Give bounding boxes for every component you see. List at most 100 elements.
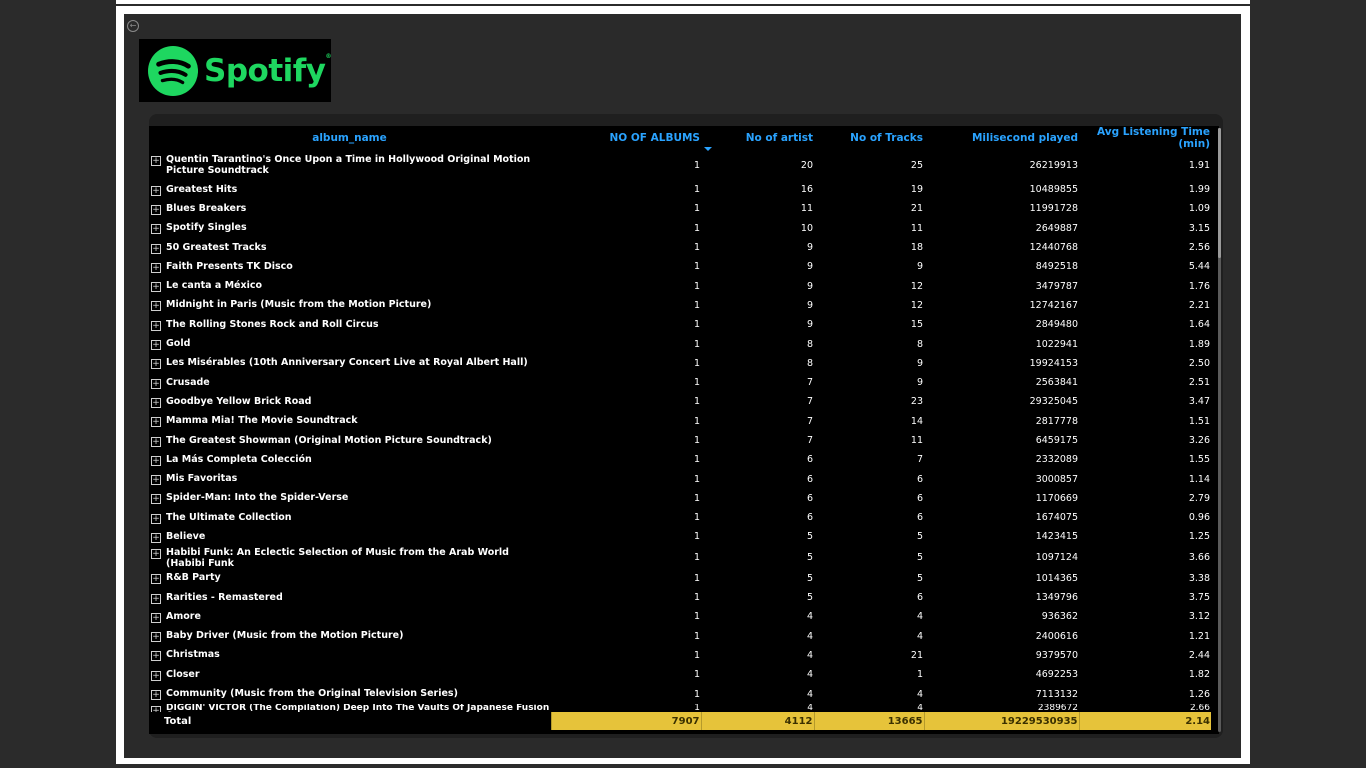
- expand-icon[interactable]: +: [151, 340, 161, 351]
- cell-tracks: 25: [910, 159, 923, 171]
- cell-artists: 20: [800, 159, 813, 171]
- expand-icon[interactable]: +: [151, 494, 161, 505]
- table-row[interactable]: + R&B Party 1 5 5 1014365 3.38: [149, 569, 1211, 588]
- cell-tracks: 11: [910, 435, 923, 446]
- header-no-of-albums[interactable]: NO OF ALBUMS: [551, 126, 701, 150]
- table-row[interactable]: + Amore 1 4 4 936362 3.12: [149, 607, 1211, 626]
- table-row[interactable]: + La Más Completa Colección 1 6 7 2332089 1.55: [149, 450, 1211, 469]
- album-name-cell: + Blues Breakers: [149, 199, 551, 218]
- expand-icon[interactable]: +: [151, 670, 161, 681]
- cell-albums: 1: [693, 203, 700, 215]
- expand-icon[interactable]: +: [151, 632, 161, 643]
- expand-icon[interactable]: +: [151, 612, 161, 623]
- cell-artists: 8: [806, 338, 813, 350]
- header-no-of-tracks[interactable]: No of Tracks: [814, 126, 924, 150]
- cell-tracks: 5: [916, 552, 923, 564]
- table-row[interactable]: + Goodbye Yellow Brick Road 1 7 23 29325045 3.…: [149, 392, 1211, 411]
- header-milisecond-played[interactable]: Milisecond played: [924, 126, 1079, 150]
- cell-artists: 4: [806, 611, 813, 623]
- cell-tracks: 4: [916, 611, 923, 623]
- cell-artists: 11: [800, 203, 813, 215]
- albums-table-visual[interactable]: album_name NO OF ALBUMS No of artist No …: [149, 114, 1223, 738]
- expand-icon[interactable]: +: [151, 513, 161, 524]
- expand-icon[interactable]: +: [151, 574, 161, 585]
- expand-icon[interactable]: +: [151, 690, 161, 701]
- expand-icon[interactable]: +: [151, 455, 161, 466]
- table-row[interactable]: + Les Misérables (10th Anniversary Concer…: [149, 354, 1211, 373]
- table-row[interactable]: + Believe 1 5 5 1423415 1.25: [149, 527, 1211, 546]
- table-row[interactable]: + Mamma Mia! The Movie Soundtrack 1 7 14 2817…: [149, 412, 1211, 431]
- cell-artists: 6: [806, 512, 813, 524]
- expand-icon[interactable]: +: [151, 243, 161, 254]
- top-rule: [116, 0, 1250, 4]
- expand-icon[interactable]: +: [151, 417, 161, 428]
- header-album-name[interactable]: album_name: [149, 126, 551, 150]
- album-name: Closer: [166, 668, 200, 680]
- table-row[interactable]: + Midnight in Paris (Music from the Motio…: [149, 296, 1211, 315]
- table-row[interactable]: + Blues Breakers 1 11 21 11991728 1.09: [149, 199, 1211, 218]
- cell-artists: 5: [806, 572, 813, 584]
- cell-avg: 2.50: [1188, 357, 1210, 369]
- album-name: Amore: [166, 610, 201, 622]
- spotify-logo-icon: [148, 45, 199, 96]
- table-row[interactable]: + Le canta a México 1 9 12 3479787 1.76: [149, 276, 1211, 295]
- expand-icon[interactable]: +: [151, 282, 161, 293]
- cell-avg: 1.91: [1188, 159, 1210, 171]
- expand-icon[interactable]: +: [151, 224, 161, 235]
- table-row[interactable]: + Faith Presents TK Disco 1 9 9 8492518 5.44: [149, 257, 1211, 276]
- expand-icon[interactable]: +: [151, 185, 161, 196]
- cell-avg: 1.21: [1188, 630, 1210, 642]
- cell-avg: 2.51: [1188, 377, 1210, 389]
- expand-icon[interactable]: +: [151, 436, 161, 447]
- table-row[interactable]: + Christmas 1 4 21 9379570 2.44: [149, 646, 1211, 665]
- album-name-cell: + Crusade: [149, 373, 551, 392]
- album-name: Spider-Man: Into the Spider-Verse: [166, 492, 349, 504]
- scrollbar-thumb[interactable]: [1218, 128, 1221, 258]
- cell-ms: 2649887: [1035, 222, 1078, 234]
- expand-icon[interactable]: +: [151, 156, 161, 166]
- table-row[interactable]: + Crusade 1 7 9 2563841 2.51: [149, 373, 1211, 392]
- expand-icon[interactable]: +: [151, 593, 161, 604]
- expand-icon[interactable]: +: [151, 204, 161, 215]
- vertical-scrollbar[interactable]: [1218, 128, 1221, 732]
- expand-icon[interactable]: +: [151, 397, 161, 408]
- album-name: Goodbye Yellow Brick Road: [166, 395, 312, 407]
- table-row[interactable]: + Quentin Tarantino's Once Upon a Time in…: [149, 150, 1211, 180]
- cell-tracks: 6: [916, 473, 923, 485]
- table-row[interactable]: + Community (Music from the Original Tele…: [149, 684, 1211, 703]
- album-name-cell: + R&B Party: [149, 569, 551, 588]
- expand-icon[interactable]: +: [151, 651, 161, 662]
- spotify-wordmark: Spotify®: [204, 52, 331, 89]
- expand-icon[interactable]: +: [151, 359, 161, 370]
- sort-descending-icon[interactable]: [704, 147, 712, 151]
- table-row[interactable]: + Baby Driver (Music from the Motion Pict…: [149, 627, 1211, 646]
- expand-icon[interactable]: +: [151, 301, 161, 312]
- cell-tracks: 19: [910, 184, 923, 196]
- cell-tracks: 15: [910, 319, 923, 331]
- table-row[interactable]: + Spider-Man: Into the Spider-Verse 1 6 6 117…: [149, 489, 1211, 508]
- expand-icon[interactable]: +: [151, 532, 161, 543]
- table-row[interactable]: + Spotify Singles 1 10 11 2649887 3.15: [149, 219, 1211, 238]
- expand-icon[interactable]: +: [151, 262, 161, 273]
- cell-albums: 1: [693, 630, 700, 642]
- table-row[interactable]: + The Ultimate Collection 1 6 6 1674075 0.96: [149, 508, 1211, 527]
- table-row[interactable]: + Greatest Hits 1 16 19 10489855 1.99: [149, 180, 1211, 199]
- expand-icon[interactable]: +: [151, 475, 161, 486]
- table-row[interactable]: + Gold 1 8 8 1022941 1.89: [149, 334, 1211, 353]
- table-row[interactable]: + Habibi Funk: An Eclectic Selection of M…: [149, 547, 1211, 569]
- header-no-of-artist[interactable]: No of artist: [701, 126, 814, 150]
- table-row[interactable]: + Closer 1 4 1 4692253 1.82: [149, 665, 1211, 684]
- table-row[interactable]: + The Rolling Stones Rock and Roll Circus…: [149, 315, 1211, 334]
- table-row[interactable]: + Mis Favoritas 1 6 6 3000857 1.14: [149, 469, 1211, 488]
- expand-icon[interactable]: +: [151, 378, 161, 389]
- header-avg-listening-time[interactable]: Avg Listening Time (min): [1079, 126, 1211, 150]
- cell-albums: 1: [693, 184, 700, 196]
- back-arrow-icon[interactable]: ←: [127, 20, 139, 32]
- table-row[interactable]: +50 Greatest Tracks 1 9 18 12440768 2.56: [149, 238, 1211, 257]
- expand-icon[interactable]: +: [151, 548, 161, 559]
- expand-icon[interactable]: +: [151, 320, 161, 331]
- total-avg: 2.14: [1078, 712, 1211, 730]
- table-row[interactable]: + Rarities - Remastered 1 5 6 1349796 3.75: [149, 588, 1211, 607]
- cell-tracks: 11: [910, 222, 923, 234]
- table-row[interactable]: + The Greatest Showman (Original Motion P…: [149, 431, 1211, 450]
